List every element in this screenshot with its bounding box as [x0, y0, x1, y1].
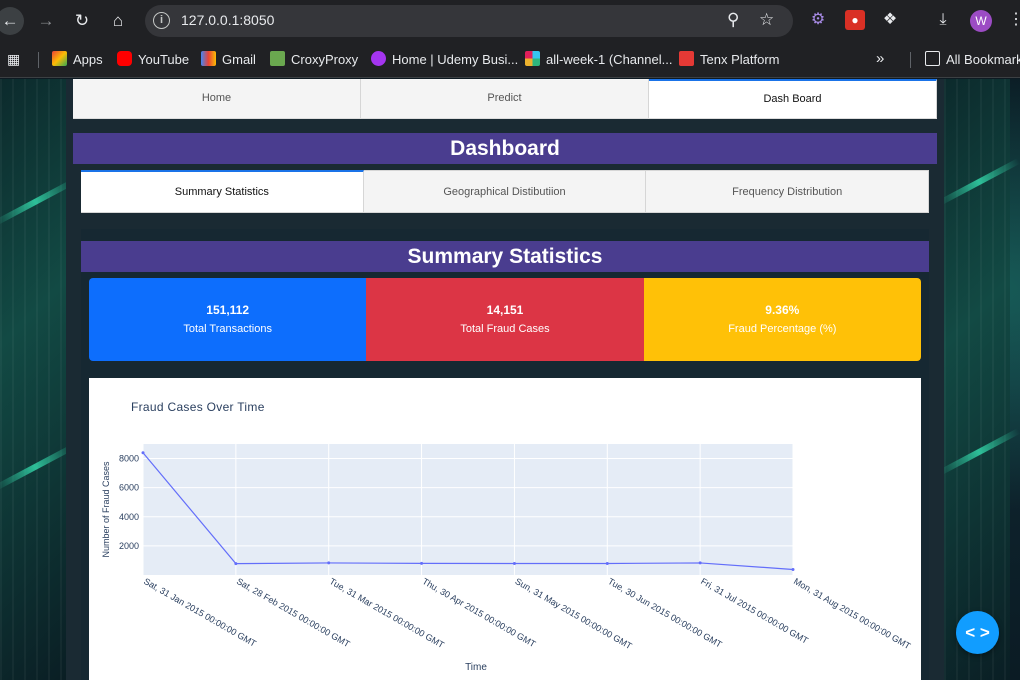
page-viewport: Home Predict Dash Board Dashboard Summar… [0, 79, 1020, 680]
background-glow [0, 443, 77, 491]
stat-label: Total Fraud Cases [460, 323, 550, 335]
folder-icon [925, 51, 940, 66]
main-nav-tabs: Home Predict Dash Board [73, 79, 937, 119]
background-glow [937, 428, 1020, 476]
plot-area [143, 444, 793, 575]
bookmarks-bar: ▦ Apps YouTube Gmail CroxyProxy Home | U… [0, 42, 1020, 78]
bookmark-apps[interactable]: Apps [52, 50, 103, 70]
y-tick-label: 8000 [119, 454, 139, 464]
extension-gear-icon[interactable]: ⚙ [808, 10, 828, 30]
line-chart-svg[interactable]: 2000400060008000Sat, 31 Jan 2015 00:00:0… [89, 378, 921, 680]
reload-icon[interactable]: ↻ [68, 7, 96, 35]
address-bar[interactable]: i 127.0.0.1:8050 ⚲ ☆ [145, 5, 793, 37]
background-right [937, 79, 1020, 680]
back-arrow-icon[interactable]: ← [0, 7, 24, 35]
profile-avatar[interactable]: W [970, 10, 992, 32]
section-title: Summary Statistics [81, 241, 929, 272]
y-tick-label: 4000 [119, 512, 139, 522]
bookmark-croxyproxy[interactable]: CroxyProxy [270, 50, 358, 70]
y-tick-label: 6000 [119, 483, 139, 493]
browser-toolbar: ← → ↻ ⌂ i 127.0.0.1:8050 ⚲ ☆ ⚙ ● ❖ ⤓ W ⋮ [0, 0, 1020, 42]
apps-grid-icon[interactable]: ▦ [7, 52, 22, 67]
udemy-icon [371, 51, 386, 66]
stat-value: 151,112 [206, 303, 250, 317]
background-glow [0, 178, 77, 226]
dash-app: Home Predict Dash Board Dashboard Summar… [66, 79, 944, 680]
slack-icon [525, 51, 540, 66]
stat-card-fraud-percentage: 9.36% Fraud Percentage (%) [643, 278, 921, 361]
fraud-over-time-chart: Fraud Cases Over Time 2000 4000 6000 8000 Sa… [89, 378, 921, 680]
bookmark-tenx[interactable]: Tenx Platform [679, 50, 779, 70]
menu-dots-icon[interactable]: ⋮ [1006, 10, 1020, 30]
tab-frequency-distribution[interactable]: Frequency Distribution [646, 170, 930, 213]
x-axis-label: Time [465, 662, 487, 673]
tab-home[interactable]: Home [73, 79, 361, 118]
data-point [234, 562, 238, 566]
data-point [791, 567, 795, 571]
tab-predict[interactable]: Predict [361, 79, 649, 118]
background-left [0, 79, 77, 680]
tenx-icon [679, 51, 694, 66]
bookmark-udemy[interactable]: Home | Udemy Busi... [371, 50, 518, 70]
tab-geographical-distribution[interactable]: Geographical Distibutiion [363, 170, 647, 213]
data-point [698, 561, 702, 565]
url-text[interactable]: 127.0.0.1:8050 [181, 12, 274, 28]
dashboard-sub-tabs: Summary Statistics Geographical Distibut… [81, 170, 930, 213]
bookmarks-divider [38, 52, 39, 68]
summary-content: Summary Statistics 151,112 Total Transac… [81, 229, 929, 680]
more-bookmarks-icon[interactable]: » [876, 50, 884, 67]
data-point [327, 561, 331, 565]
zoom-icon[interactable]: ⚲ [727, 10, 739, 30]
y-tick-label: 2000 [119, 541, 139, 551]
croxyproxy-icon [270, 51, 285, 66]
bookmarks-divider-2 [910, 52, 911, 68]
tab-dashboard[interactable]: Dash Board [649, 79, 937, 118]
stat-card-transactions: 151,112 Total Transactions [89, 278, 367, 361]
stat-label: Total Transactions [183, 323, 272, 335]
bookmark-star-icon[interactable]: ☆ [759, 10, 774, 30]
stat-cards: 151,112 Total Transactions 14,151 Total … [89, 278, 921, 361]
download-icon[interactable]: ⤓ [933, 10, 953, 30]
apps-icon [52, 51, 67, 66]
code-toggle-button[interactable]: < > [956, 611, 999, 654]
gmail-icon [201, 51, 216, 66]
data-point [605, 562, 609, 566]
data-point [420, 561, 424, 565]
bookmark-gmail[interactable]: Gmail [201, 50, 256, 70]
stat-card-fraud-cases: 14,151 Total Fraud Cases [366, 278, 644, 361]
all-bookmarks[interactable]: All Bookmarks [925, 50, 1020, 70]
page-title: Dashboard [73, 133, 937, 164]
forward-arrow-icon[interactable]: → [32, 7, 60, 35]
data-point [512, 562, 516, 566]
extensions-puzzle-icon[interactable]: ❖ [880, 10, 900, 30]
home-icon[interactable]: ⌂ [104, 7, 132, 35]
background-glow [937, 158, 1020, 206]
y-axis-label: Number of Fraud Cases [101, 461, 111, 558]
bookmark-youtube[interactable]: YouTube [117, 50, 189, 70]
x-tick-label: Mon, 31 Aug 2015 00:00:00 GMT [792, 576, 913, 651]
stat-value: 9.36% [765, 303, 800, 317]
extension-red-icon[interactable]: ● [845, 10, 865, 30]
stat-label: Fraud Percentage (%) [728, 323, 837, 335]
youtube-icon [117, 51, 132, 66]
site-info-icon[interactable]: i [153, 12, 170, 29]
tab-summary-statistics[interactable]: Summary Statistics [81, 170, 364, 213]
stat-value: 14,151 [486, 303, 524, 317]
bookmark-slack[interactable]: all-week-1 (Channel... [525, 50, 672, 70]
data-point [141, 451, 145, 455]
